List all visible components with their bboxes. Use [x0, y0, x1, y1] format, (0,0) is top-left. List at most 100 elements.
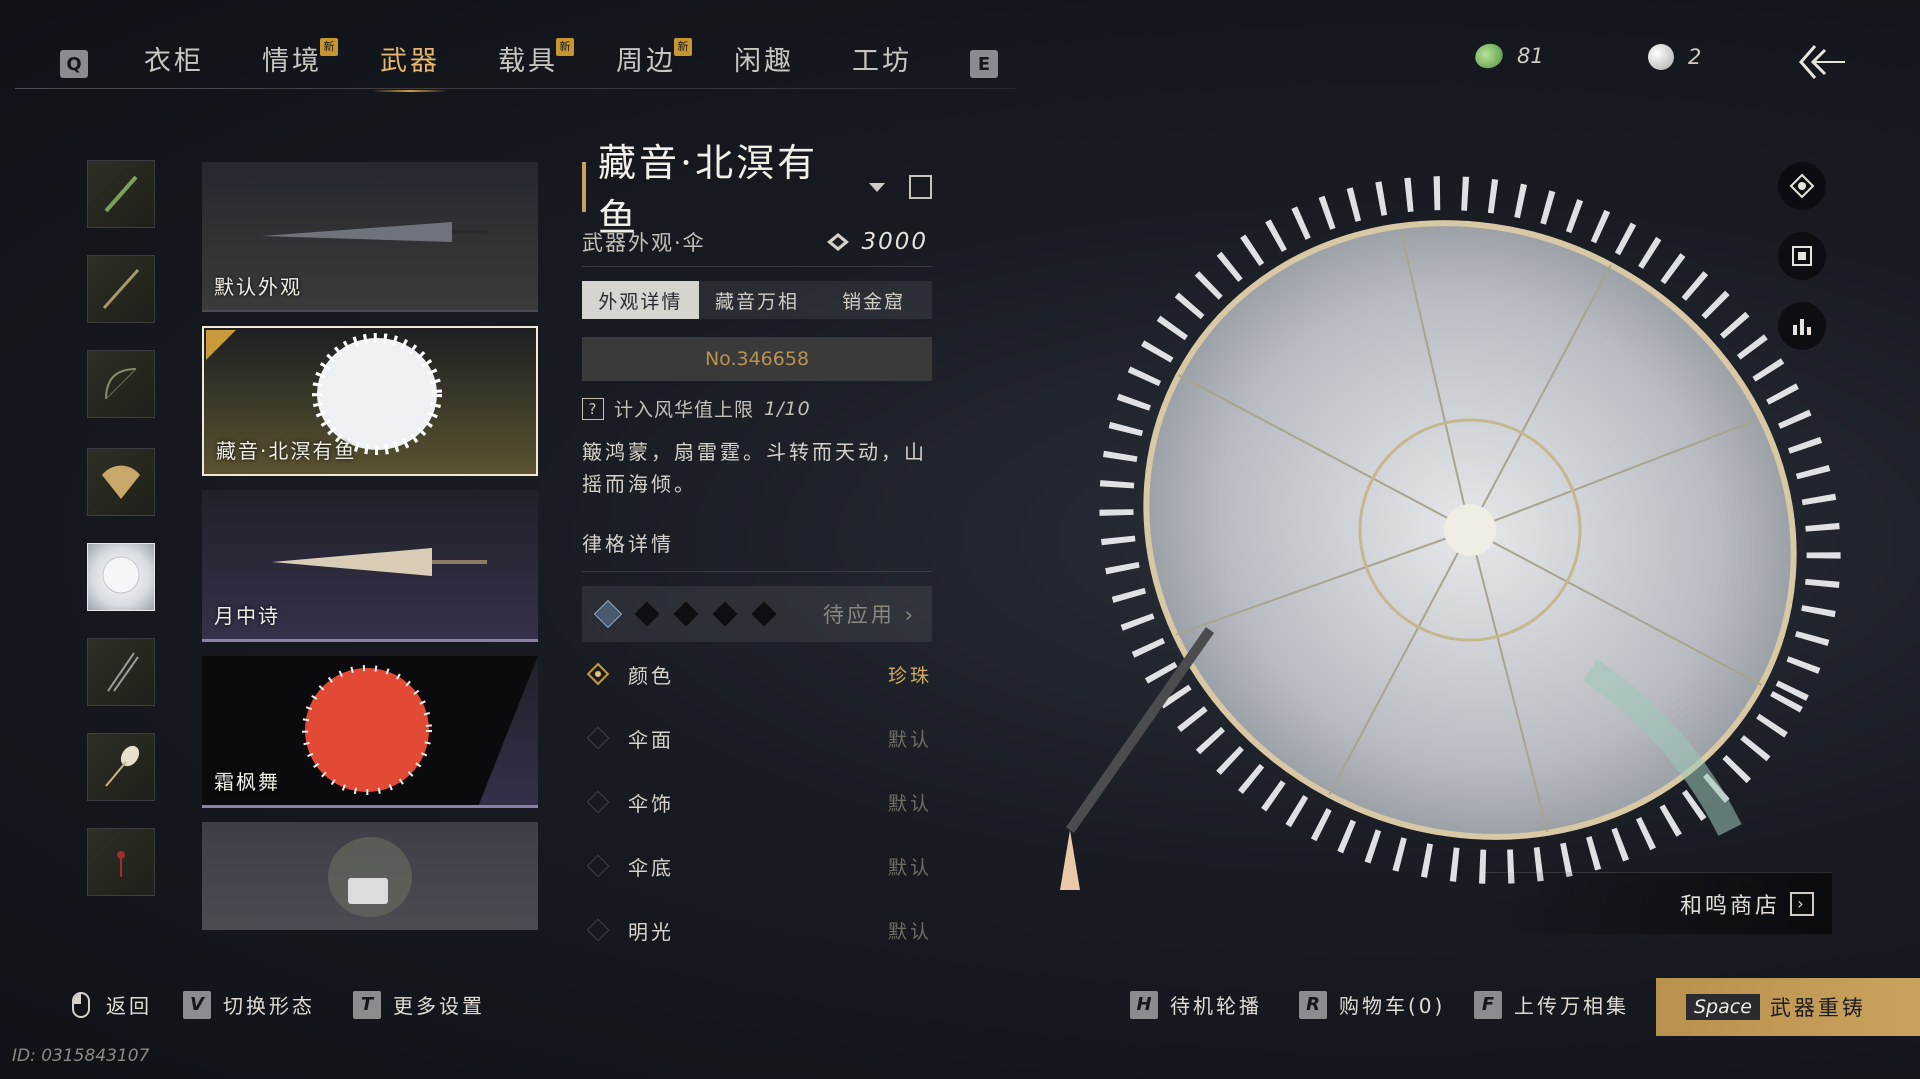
- frame-button[interactable]: [1778, 232, 1826, 280]
- tab-label: 周边: [616, 46, 676, 77]
- cart-hint[interactable]: R 购物车(0): [1299, 990, 1445, 1019]
- back-label: 返回: [106, 994, 152, 1018]
- option-label: 伞底: [628, 855, 674, 880]
- thumb-dual-blades[interactable]: [87, 638, 155, 706]
- tab-wardrobe[interactable]: 衣柜: [144, 36, 204, 92]
- tab-label: 情境: [262, 46, 322, 77]
- slot-diamond-icon: [710, 599, 740, 629]
- description: 簸鸿蒙，扇雷霆。斗转而天动，山摇而海倾。: [582, 440, 927, 496]
- new-badge: 新: [674, 38, 692, 56]
- thumb-ornament[interactable]: [87, 828, 155, 896]
- skin-name: 月中诗: [214, 604, 280, 628]
- key-h: H: [1130, 990, 1158, 1019]
- bar-chart-icon: [1793, 319, 1811, 335]
- idle-rotation-hint[interactable]: H 待机轮播: [1130, 990, 1262, 1019]
- stats-button[interactable]: [1778, 302, 1826, 350]
- tab-leisure[interactable]: 闲趣: [734, 36, 794, 92]
- thumb-flute[interactable]: [87, 160, 155, 228]
- section-title: 律格详情: [582, 528, 932, 572]
- option-ornament[interactable]: 伞饰 默认: [582, 770, 932, 834]
- hint-count: 1/10: [764, 397, 811, 420]
- skin-card-locked[interactable]: [202, 822, 538, 930]
- harmony-shop-link[interactable]: 和鸣商店 ›: [1482, 872, 1832, 934]
- reforge-button[interactable]: Space 武器重铸: [1656, 978, 1920, 1036]
- thumb-umbrella[interactable]: [87, 543, 155, 611]
- back-hint[interactable]: 返回: [72, 990, 152, 1019]
- external-link-icon: ›: [1790, 891, 1814, 916]
- option-value: 珍珠: [887, 664, 932, 687]
- thumb-sword[interactable]: [87, 255, 155, 323]
- tab-weapon[interactable]: 武器: [372, 36, 448, 92]
- next-tab-key[interactable]: E: [970, 50, 998, 78]
- key-t: T: [353, 990, 381, 1019]
- tab-gold-den[interactable]: 销金窟: [815, 281, 933, 319]
- umbrella-icon: [102, 556, 140, 594]
- player-id: ID: 0315843107: [12, 1046, 150, 1066]
- dual-blades-icon: [107, 652, 139, 692]
- slot-diamond-icon: [632, 599, 662, 629]
- jade-currency: 81: [1471, 39, 1544, 73]
- jade-icon: [1471, 39, 1507, 73]
- nav-divider: [15, 88, 1015, 89]
- title-row: 藏音·北溟有鱼: [582, 141, 932, 240]
- tab-label: 衣柜: [144, 46, 204, 77]
- shop-label: 和鸣商店: [1679, 893, 1780, 919]
- equipped-check-icon: [206, 330, 236, 360]
- help-icon[interactable]: ?: [582, 397, 604, 420]
- price: 3000: [827, 229, 928, 255]
- skin-card-frost-maple[interactable]: 霜枫舞: [202, 656, 538, 808]
- tab-collection[interactable]: 藏音万相: [698, 281, 816, 319]
- option-canopy[interactable]: 伞面 默认: [582, 706, 932, 770]
- thumb-whisk[interactable]: [87, 733, 155, 801]
- thumb-fan[interactable]: [87, 448, 155, 516]
- pending-apply-label: 待应用 ›: [822, 603, 916, 627]
- new-badge: 新: [320, 38, 338, 56]
- eye-icon: [1789, 173, 1815, 199]
- weapon-type-list: [87, 160, 155, 923]
- umbrella-preview[interactable]: [1030, 110, 1910, 970]
- switch-label: 切换形态: [223, 994, 315, 1018]
- idle-label: 待机轮播: [1170, 994, 1262, 1018]
- view-toggle-button[interactable]: [1778, 162, 1826, 210]
- back-arrow-icon[interactable]: [1795, 42, 1849, 82]
- edit-icon[interactable]: [908, 175, 932, 199]
- fan-icon: [102, 465, 140, 499]
- closed-umbrella-icon: [262, 222, 487, 242]
- jade-amount: 81: [1517, 44, 1544, 68]
- option-base[interactable]: 伞底 默认: [582, 834, 932, 898]
- locked-umbrella-icon: [328, 837, 412, 917]
- paper-umbrella-icon: [272, 548, 487, 576]
- more-label: 更多设置: [393, 994, 485, 1018]
- tab-label: 武器: [380, 46, 440, 77]
- detail-panel: 藏音·北溟有鱼 武器外观·伞 3000 外观详情 藏音万相 销金窟 No.346…: [582, 141, 933, 962]
- skin-card-selected[interactable]: 藏音·北溟有鱼: [202, 326, 538, 476]
- ornament-icon: [117, 851, 125, 877]
- skin-card-default[interactable]: 默认外观: [202, 162, 538, 312]
- chevron-down-icon[interactable]: [868, 182, 885, 192]
- skin-title: 藏音·北溟有鱼: [598, 141, 819, 240]
- flute-icon: [104, 175, 138, 213]
- skin-card-moon-poem[interactable]: 月中诗: [202, 490, 538, 642]
- tab-scene[interactable]: 情境新: [262, 36, 338, 92]
- thumb-bow[interactable]: [87, 350, 155, 418]
- skin-list: 默认外观 藏音·北溟有鱼 月中诗 霜枫舞: [202, 162, 538, 944]
- style-slots[interactable]: 待应用 ›: [582, 586, 932, 642]
- diamond-icon: [586, 918, 610, 942]
- divider: [582, 266, 932, 267]
- tab-label: 闲趣: [734, 46, 794, 77]
- upload-hint[interactable]: F 上传万相集: [1474, 990, 1629, 1019]
- switch-form-hint[interactable]: V 切换形态: [183, 990, 315, 1019]
- option-label: 伞面: [628, 727, 674, 752]
- top-navigation: Q 衣柜 情境新 武器 载具新 周边新 闲趣 工坊 E 81 2: [0, 0, 1920, 100]
- tab-vehicle[interactable]: 载具新: [498, 36, 574, 92]
- prev-tab-key[interactable]: Q: [60, 50, 88, 78]
- option-color[interactable]: 颜色 珍珠: [582, 642, 932, 706]
- lock-icon: [348, 878, 388, 904]
- tab-merch[interactable]: 周边新: [616, 36, 692, 92]
- slot-diamond-icon: [593, 599, 623, 629]
- more-settings-hint[interactable]: T 更多设置: [353, 990, 485, 1019]
- hint-text: 计入风华值上限: [614, 399, 755, 421]
- option-glow[interactable]: 明光 默认: [582, 898, 932, 962]
- tab-appearance-detail[interactable]: 外观详情: [582, 281, 699, 319]
- tab-workshop[interactable]: 工坊: [852, 36, 912, 92]
